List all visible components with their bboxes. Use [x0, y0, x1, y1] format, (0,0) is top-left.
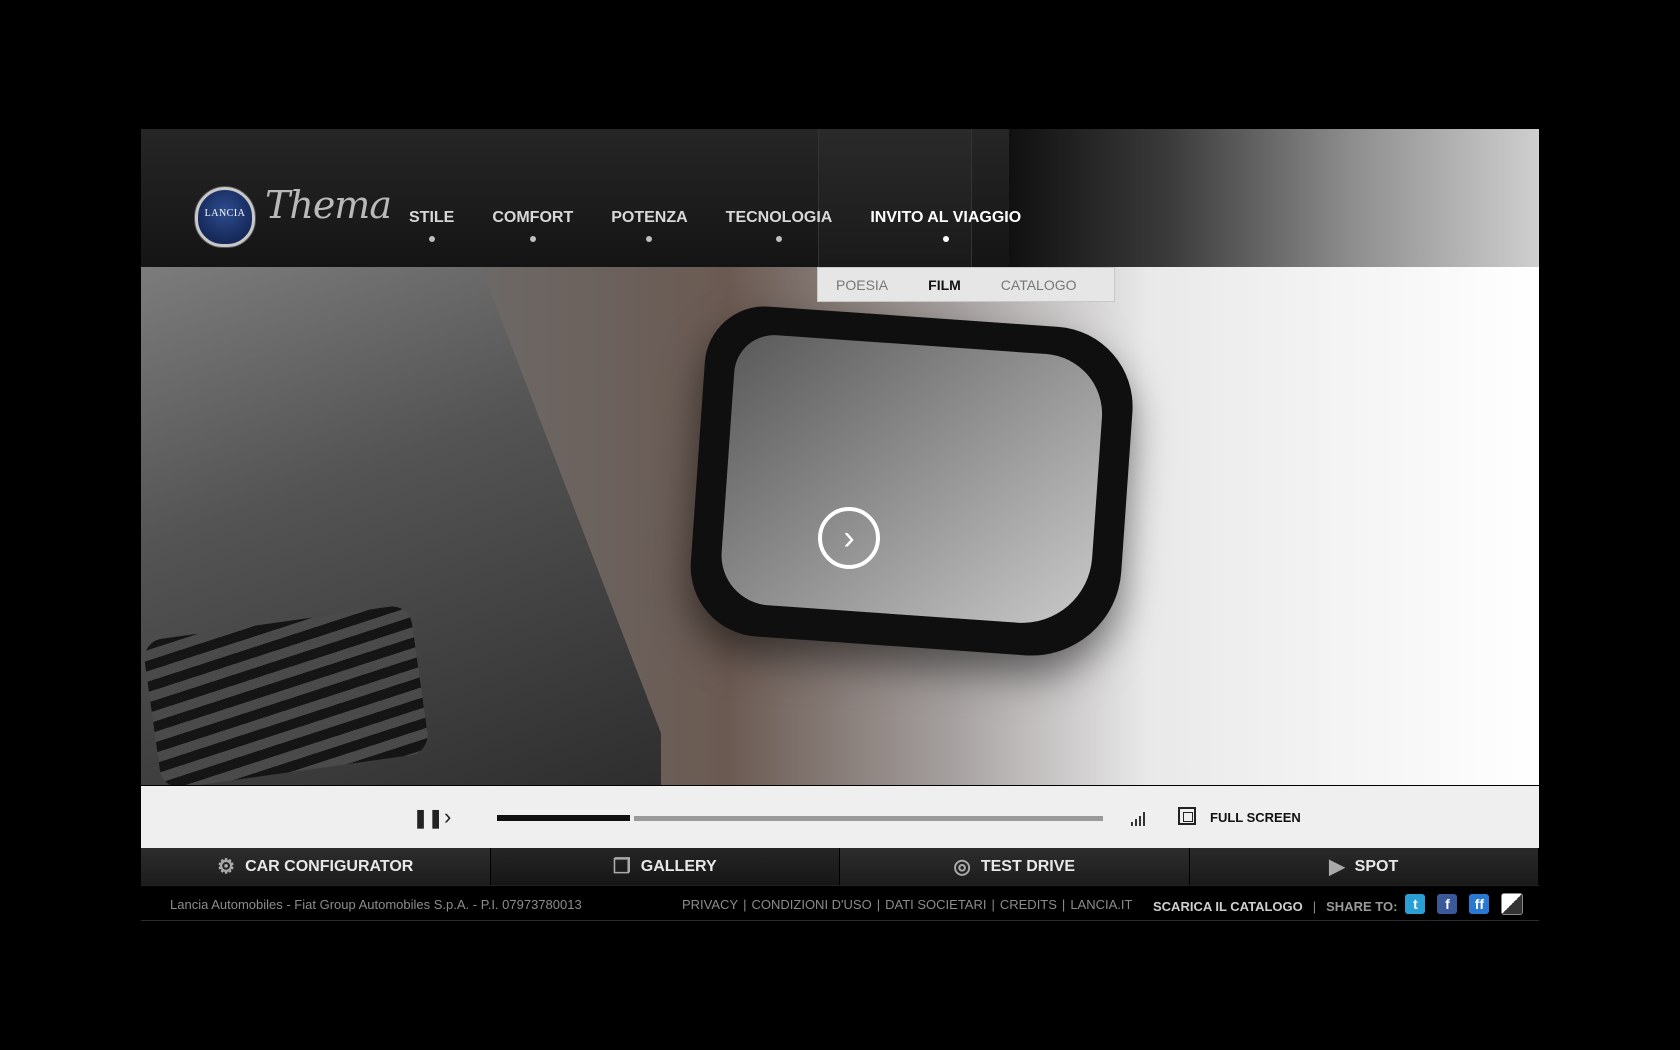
twitter-icon[interactable]: t [1405, 894, 1426, 914]
car-side-mirror-image [686, 302, 1138, 662]
video-player[interactable]: › [141, 267, 1539, 785]
nav-invito-al-viaggio[interactable]: INVITO AL VIAGGIO [870, 209, 1021, 242]
subnav: POESIA FILM CATALOGO [817, 267, 1115, 302]
test-drive-button[interactable]: ◎ TEST DRIVE [840, 848, 1190, 885]
nav-comfort[interactable]: COMFORT [492, 209, 573, 242]
header: LANCIA Thema STILE COMFORT POTENZA TECNO… [141, 129, 1539, 267]
logo-text: LANCIA [204, 208, 246, 219]
nav-potenza[interactable]: POTENZA [611, 209, 688, 242]
facebook-icon[interactable]: f [1437, 894, 1458, 914]
dati-societari-link[interactable]: DATI SOCIETARI [885, 897, 986, 912]
download-catalog-link[interactable]: SCARICA IL CATALOGO [1153, 899, 1303, 914]
link-separator: | [743, 897, 747, 912]
play-circle-icon[interactable]: › [818, 507, 880, 569]
mirror-glass [718, 332, 1107, 628]
lancia-thema-page: LANCIA Thema STILE COMFORT POTENZA TECNO… [141, 129, 1539, 921]
progress-fill [497, 815, 631, 821]
nav-dot [776, 236, 782, 242]
company-info: Lancia Automobiles - Fiat Group Automobi… [170, 897, 582, 912]
footer-actions: SCARICA IL CATALOGO | SHARE TO: t f ff [1153, 893, 1535, 915]
delicious-icon[interactable] [1501, 893, 1524, 915]
spot-button[interactable]: ▶ SPOT [1189, 848, 1539, 885]
friendfeed-icon[interactable]: ff [1469, 894, 1490, 914]
subnav-film[interactable]: FILM [928, 277, 961, 293]
video-controls: ❚❚ › FULL SCREEN [141, 786, 1539, 848]
link-separator: | [991, 897, 995, 912]
fullscreen-label[interactable]: FULL SCREEN [1210, 810, 1301, 825]
link-separator: | [1061, 897, 1066, 912]
lancia-logo[interactable]: LANCIA [195, 187, 255, 247]
nav-active-highlight [818, 129, 972, 267]
footer: Lancia Automobiles - Fiat Group Automobi… [141, 885, 1539, 921]
pause-icon[interactable]: ❚❚ [413, 808, 443, 829]
volume-icon[interactable] [1131, 810, 1149, 826]
condizioni-link[interactable]: CONDIZIONI D'USO [752, 897, 872, 912]
bottom-bar: ⚙ CAR CONFIGURATOR ❐ GALLERY ◎ TEST DRIVE ▶… [141, 848, 1539, 885]
footer-links: PRIVACY | CONDIZIONI D'USO | DATI SOCIETAR… [682, 897, 1132, 912]
share-label: SHARE TO: [1326, 898, 1398, 914]
next-icon[interactable]: › [444, 804, 451, 830]
gears-icon: ⚙ [217, 856, 236, 878]
gallery-icon: ❐ [612, 856, 631, 878]
privacy-link[interactable]: PRIVACY [682, 897, 738, 912]
video-camera-icon: ▶ [1329, 856, 1345, 878]
brand-name: Thema [265, 183, 392, 227]
credits-link[interactable]: CREDITS [1000, 897, 1057, 912]
link-separator: | [876, 897, 881, 912]
fullscreen-icon[interactable] [1178, 807, 1196, 825]
progress-handle[interactable] [630, 815, 635, 822]
nav-tecnologia[interactable]: TECNOLOGIA [726, 209, 832, 242]
header-photo-compass-ink [1009, 129, 1539, 267]
steering-wheel-icon: ◎ [953, 856, 971, 878]
nav-dot [529, 236, 536, 242]
gallery-button[interactable]: ❐ GALLERY [490, 848, 840, 885]
nav-dot [646, 236, 653, 242]
share-separator: | [1312, 898, 1317, 914]
subnav-poesia[interactable]: POESIA [836, 277, 888, 293]
nav-dot [428, 236, 435, 242]
subnav-catalogo[interactable]: CATALOGO [1001, 277, 1077, 293]
main-nav: STILE COMFORT POTENZA TECNOLOGIA INVITO … [409, 209, 1059, 242]
car-configurator-button[interactable]: ⚙ CAR CONFIGURATOR [141, 848, 491, 885]
nav-dot-active [942, 236, 949, 242]
lancia-it-link[interactable]: LANCIA.IT [1070, 897, 1132, 912]
progress-bar[interactable] [497, 815, 1103, 822]
nav-stile[interactable]: STILE [409, 209, 454, 242]
